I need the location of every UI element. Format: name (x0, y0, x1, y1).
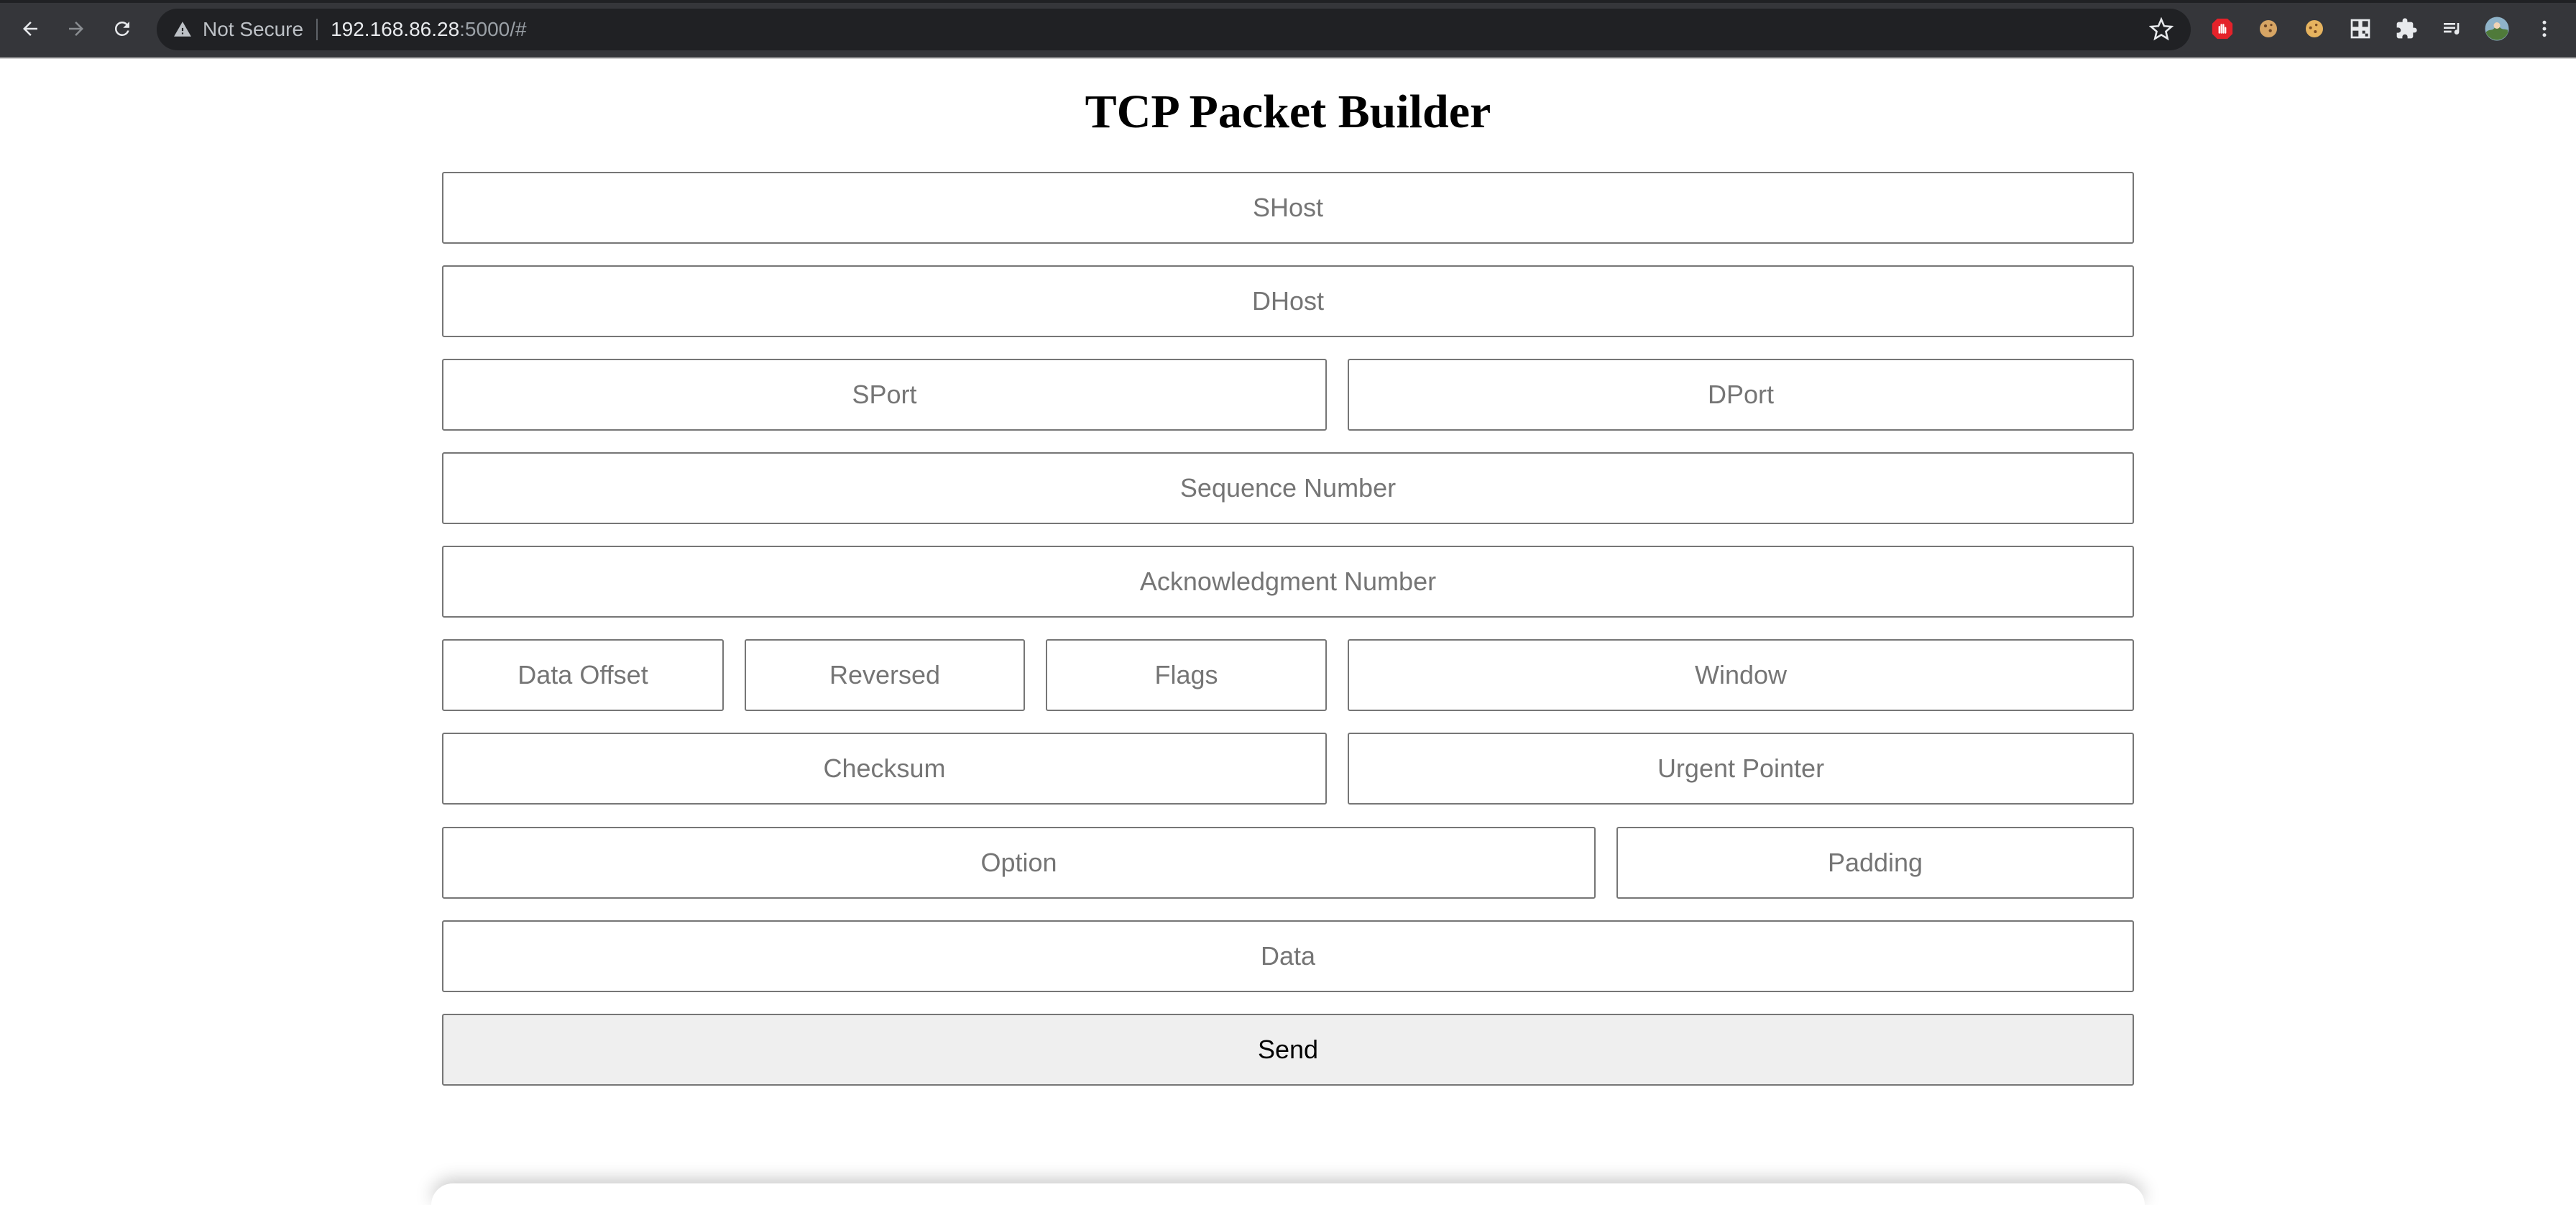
warning-triangle-icon[interactable] (172, 19, 193, 40)
shost-input[interactable] (442, 172, 2134, 244)
flags-input[interactable] (1046, 639, 1327, 711)
back-button[interactable] (13, 12, 47, 46)
url-host[interactable]: 192.168.86.28 (331, 18, 459, 41)
page-title: TCP Packet Builder (1085, 86, 1491, 138)
menu-kebab-icon[interactable] (2531, 16, 2557, 42)
urgent-pointer-input[interactable] (1348, 733, 2134, 805)
qr-code-icon[interactable] (2347, 16, 2373, 42)
dhost-input[interactable] (442, 265, 2134, 337)
reload-icon (114, 21, 129, 36)
arrow-left-icon (23, 22, 37, 36)
url-path[interactable]: :5000/# (459, 18, 526, 41)
tab-strip-edge (0, 0, 2576, 3)
sequence-number-input[interactable] (442, 452, 2134, 524)
browser-toolbar: Not Secure 192.168.86.28 :5000/# (0, 0, 2576, 58)
dport-input[interactable] (1348, 359, 2134, 431)
chrome-divider (0, 58, 2576, 59)
option-input[interactable] (442, 827, 1596, 899)
send-button[interactable]: Send (442, 1014, 2134, 1086)
reversed-input[interactable] (745, 639, 1025, 711)
adblock-icon[interactable] (2209, 16, 2235, 42)
profile-avatar[interactable] (2484, 16, 2510, 42)
padding-input[interactable] (1616, 827, 2134, 899)
window-input[interactable] (1348, 639, 2134, 711)
cookie-icon[interactable] (2255, 16, 2281, 42)
data-input[interactable] (442, 920, 2134, 992)
cookie-alt-icon[interactable] (2301, 16, 2327, 42)
address-bar[interactable]: Not Secure 192.168.86.28 :5000/# (157, 9, 2191, 50)
acknowledgment-number-input[interactable] (442, 546, 2134, 618)
arrow-right-icon (69, 22, 83, 36)
omnibox-divider (316, 19, 318, 40)
sport-input[interactable] (442, 359, 1327, 431)
reload-button[interactable] (105, 12, 139, 46)
puzzle-icon[interactable] (2393, 16, 2419, 42)
bottom-panel-edge (431, 1183, 2145, 1205)
forward-button[interactable] (59, 12, 93, 46)
star-icon[interactable] (2148, 17, 2174, 42)
checksum-input[interactable] (442, 733, 1327, 805)
reading-list-icon[interactable] (2439, 16, 2465, 42)
data-offset-input[interactable] (442, 639, 724, 711)
security-label[interactable]: Not Secure (203, 18, 303, 41)
